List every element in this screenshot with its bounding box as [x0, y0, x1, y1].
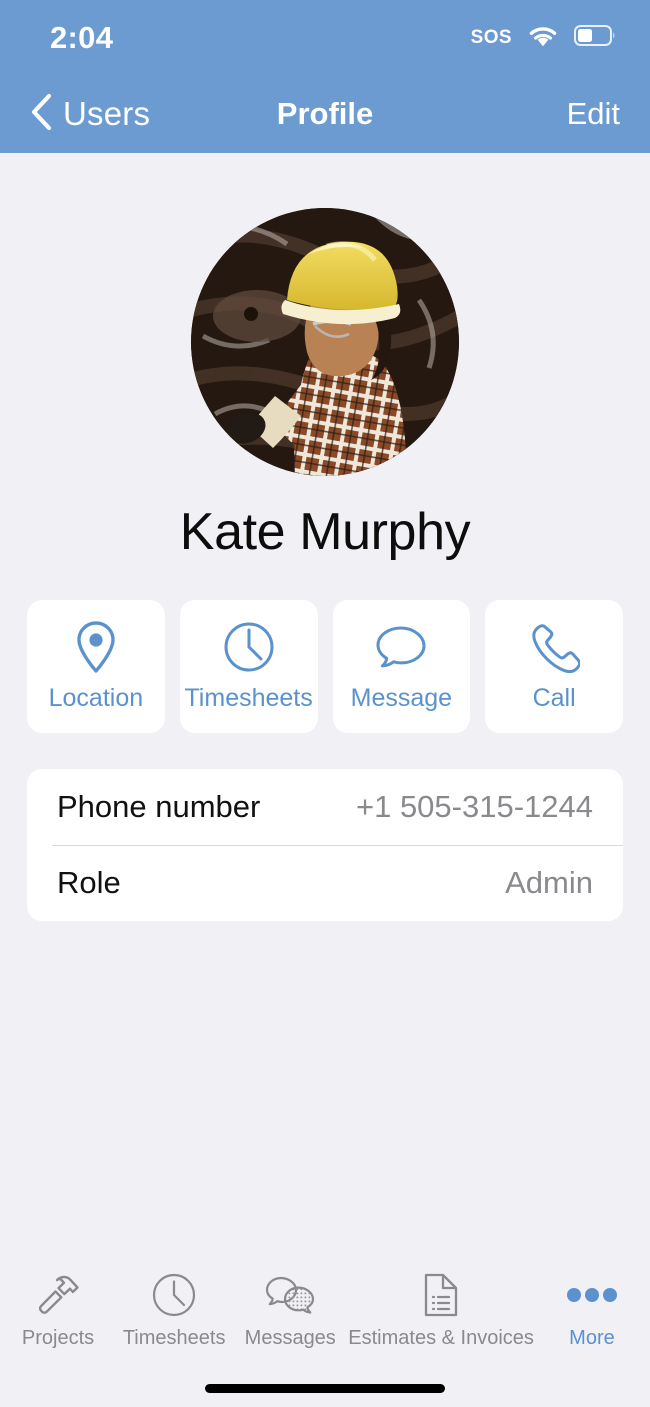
call-button-label: Call	[532, 684, 576, 712]
clock-icon	[223, 620, 275, 674]
document-list-icon	[421, 1270, 461, 1320]
tab-estimates-invoices-label: Estimates & Invoices	[348, 1327, 534, 1349]
avatar[interactable]	[191, 208, 459, 476]
battery-icon	[574, 24, 616, 51]
tab-messages-label: Messages	[244, 1327, 336, 1349]
home-indicator[interactable]	[205, 1384, 445, 1393]
action-buttons: Location Timesheets Message Call	[0, 600, 650, 733]
profile-content: Kate Murphy Location Timesheets Message …	[0, 153, 650, 1262]
timesheets-button-label: Timesheets	[184, 684, 313, 712]
phone-screen: 2:04 SOS Users Profile Edit Kate Murphy …	[0, 0, 650, 1407]
back-button-label: Users	[63, 95, 151, 132]
chat-bubbles-icon	[264, 1270, 316, 1320]
info-row-phone-number[interactable]: Phone number +1 505-315-1244	[27, 769, 623, 845]
tab-timesheets-label: Timesheets	[122, 1327, 226, 1349]
info-row-value: +1 505-315-1244	[355, 789, 593, 824]
status-bar: 2:04 SOS	[0, 0, 650, 75]
info-row-label: Phone number	[57, 789, 261, 824]
timesheets-button[interactable]: Timesheets	[179, 600, 318, 733]
tab-more[interactable]: More	[534, 1270, 650, 1350]
tab-estimates-invoices[interactable]: Estimates & Invoices	[348, 1270, 534, 1350]
phone-handset-icon	[528, 620, 581, 674]
sos-label: SOS	[470, 26, 512, 48]
home-indicator-area	[0, 1370, 650, 1407]
navigation-bar: Users Profile Edit	[0, 75, 650, 153]
call-button[interactable]: Call	[485, 600, 623, 733]
status-bar-clock: 2:04	[50, 19, 114, 55]
message-button[interactable]: Message	[332, 600, 471, 733]
profile-name: Kate Murphy	[179, 503, 471, 561]
chevron-left-icon	[30, 93, 52, 136]
wifi-icon	[526, 23, 560, 53]
tab-messages[interactable]: Messages	[232, 1270, 348, 1350]
status-bar-indicators: SOS	[471, 23, 616, 53]
header: 2:04 SOS Users Profile Edit	[0, 0, 650, 153]
user-avatar-photo	[191, 208, 459, 476]
tab-projects-label: Projects	[21, 1327, 95, 1349]
info-row-label: Role	[57, 865, 121, 900]
hammer-icon	[35, 1270, 81, 1320]
tab-bar: Projects Timesheets Messages Estimates &…	[0, 1262, 650, 1370]
ellipsis-icon	[564, 1270, 620, 1320]
avatar-container	[0, 153, 650, 476]
tab-projects[interactable]: Projects	[0, 1270, 116, 1350]
info-row-role[interactable]: Role Admin	[27, 845, 623, 921]
info-row-value: Admin	[505, 865, 593, 900]
clock-icon	[151, 1270, 197, 1320]
map-pin-icon	[73, 620, 119, 674]
back-button[interactable]: Users	[30, 93, 150, 136]
tab-timesheets[interactable]: Timesheets	[116, 1270, 232, 1350]
info-card: Phone number +1 505-315-1244 Role Admin	[27, 769, 623, 921]
location-button-label: Location	[48, 684, 144, 712]
speech-bubble-icon	[374, 620, 428, 674]
message-button-label: Message	[350, 684, 453, 712]
edit-button[interactable]: Edit	[567, 96, 620, 132]
tab-more-label: More	[569, 1327, 615, 1349]
location-button[interactable]: Location	[27, 600, 165, 733]
